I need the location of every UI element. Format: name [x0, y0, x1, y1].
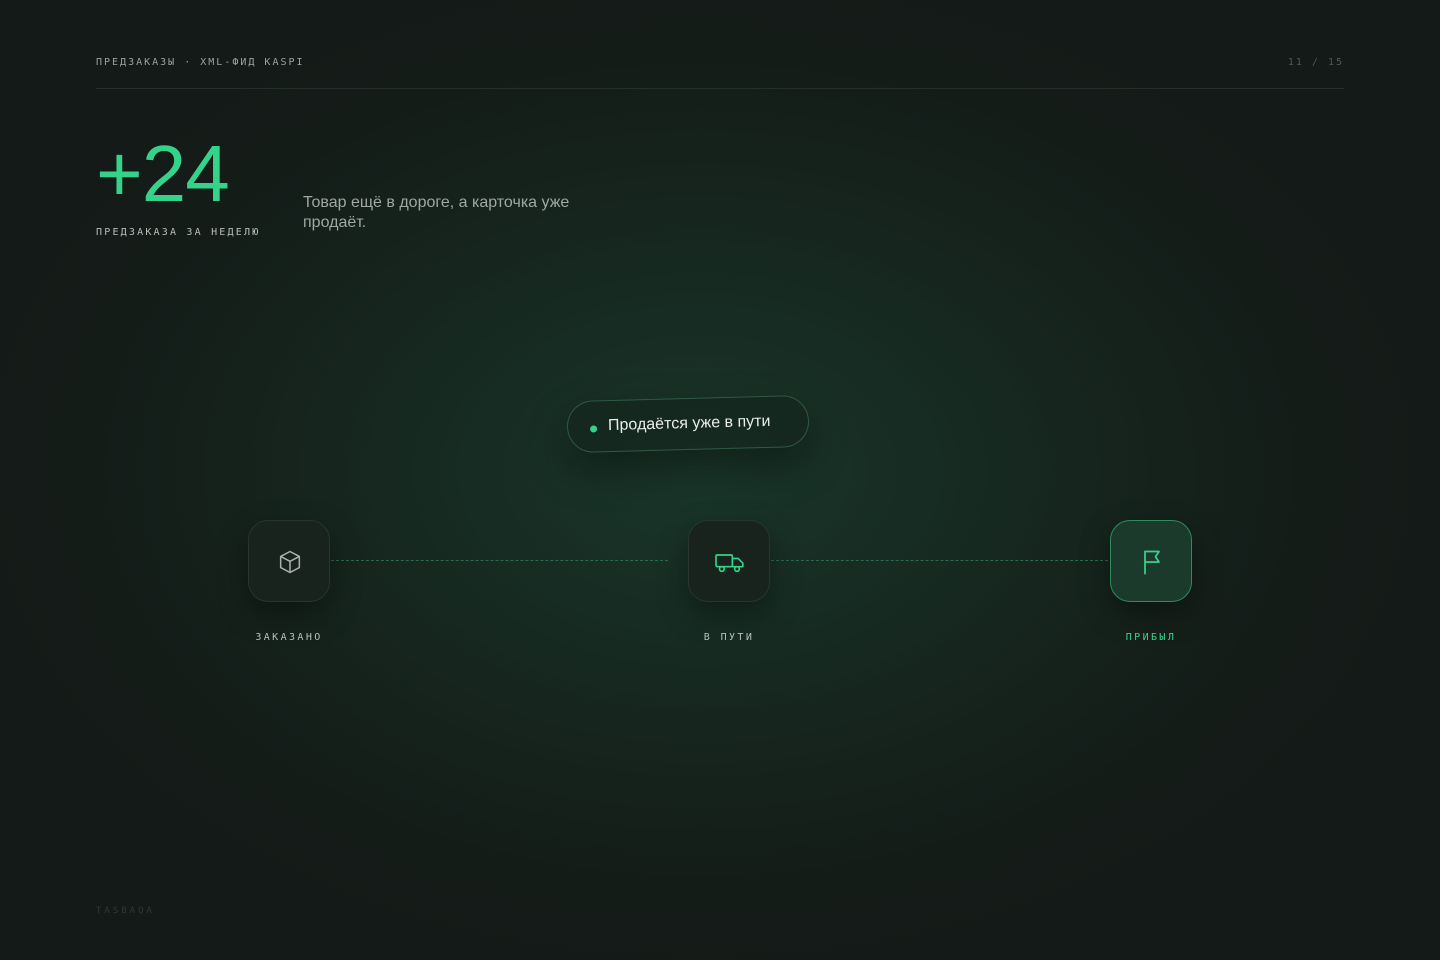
connector-line-1 — [331, 560, 668, 561]
stat-caption: ПРЕДЗАКАЗА ЗА НЕДЕЛЮ — [96, 227, 261, 238]
status-dot — [590, 425, 598, 433]
truck-icon — [715, 554, 744, 573]
step-ordered — [248, 520, 330, 602]
step-label-in-transit: В ПУТИ — [703, 632, 755, 643]
flag-icon — [1144, 550, 1160, 575]
page-counter: 11 / 15 — [1287, 57, 1344, 68]
step-label-arrived: ПРИБЫЛ — [1125, 632, 1177, 643]
step-arrived — [1110, 520, 1192, 602]
stat-value: +24 — [96, 129, 230, 218]
step-label-ordered: ЗАКАЗАНО — [255, 632, 323, 643]
top-bar: ПРЕДЗАКАЗЫ · XML-ФИД KASPI 11 / 15 — [96, 56, 1344, 89]
brand-footer: TASBAQA — [96, 906, 155, 916]
box-icon — [279, 550, 301, 574]
connector-line-2 — [771, 560, 1108, 561]
tagline: Товар ещё в дороге, а карточка уже прода… — [303, 194, 570, 231]
status-badge-text: Продаётся уже в пути — [607, 412, 771, 435]
status-badge: Продаётся уже в пути — [566, 394, 810, 454]
step-in-transit — [688, 520, 770, 602]
breadcrumb: ПРЕДЗАКАЗЫ · XML-ФИД KASPI — [96, 57, 305, 68]
